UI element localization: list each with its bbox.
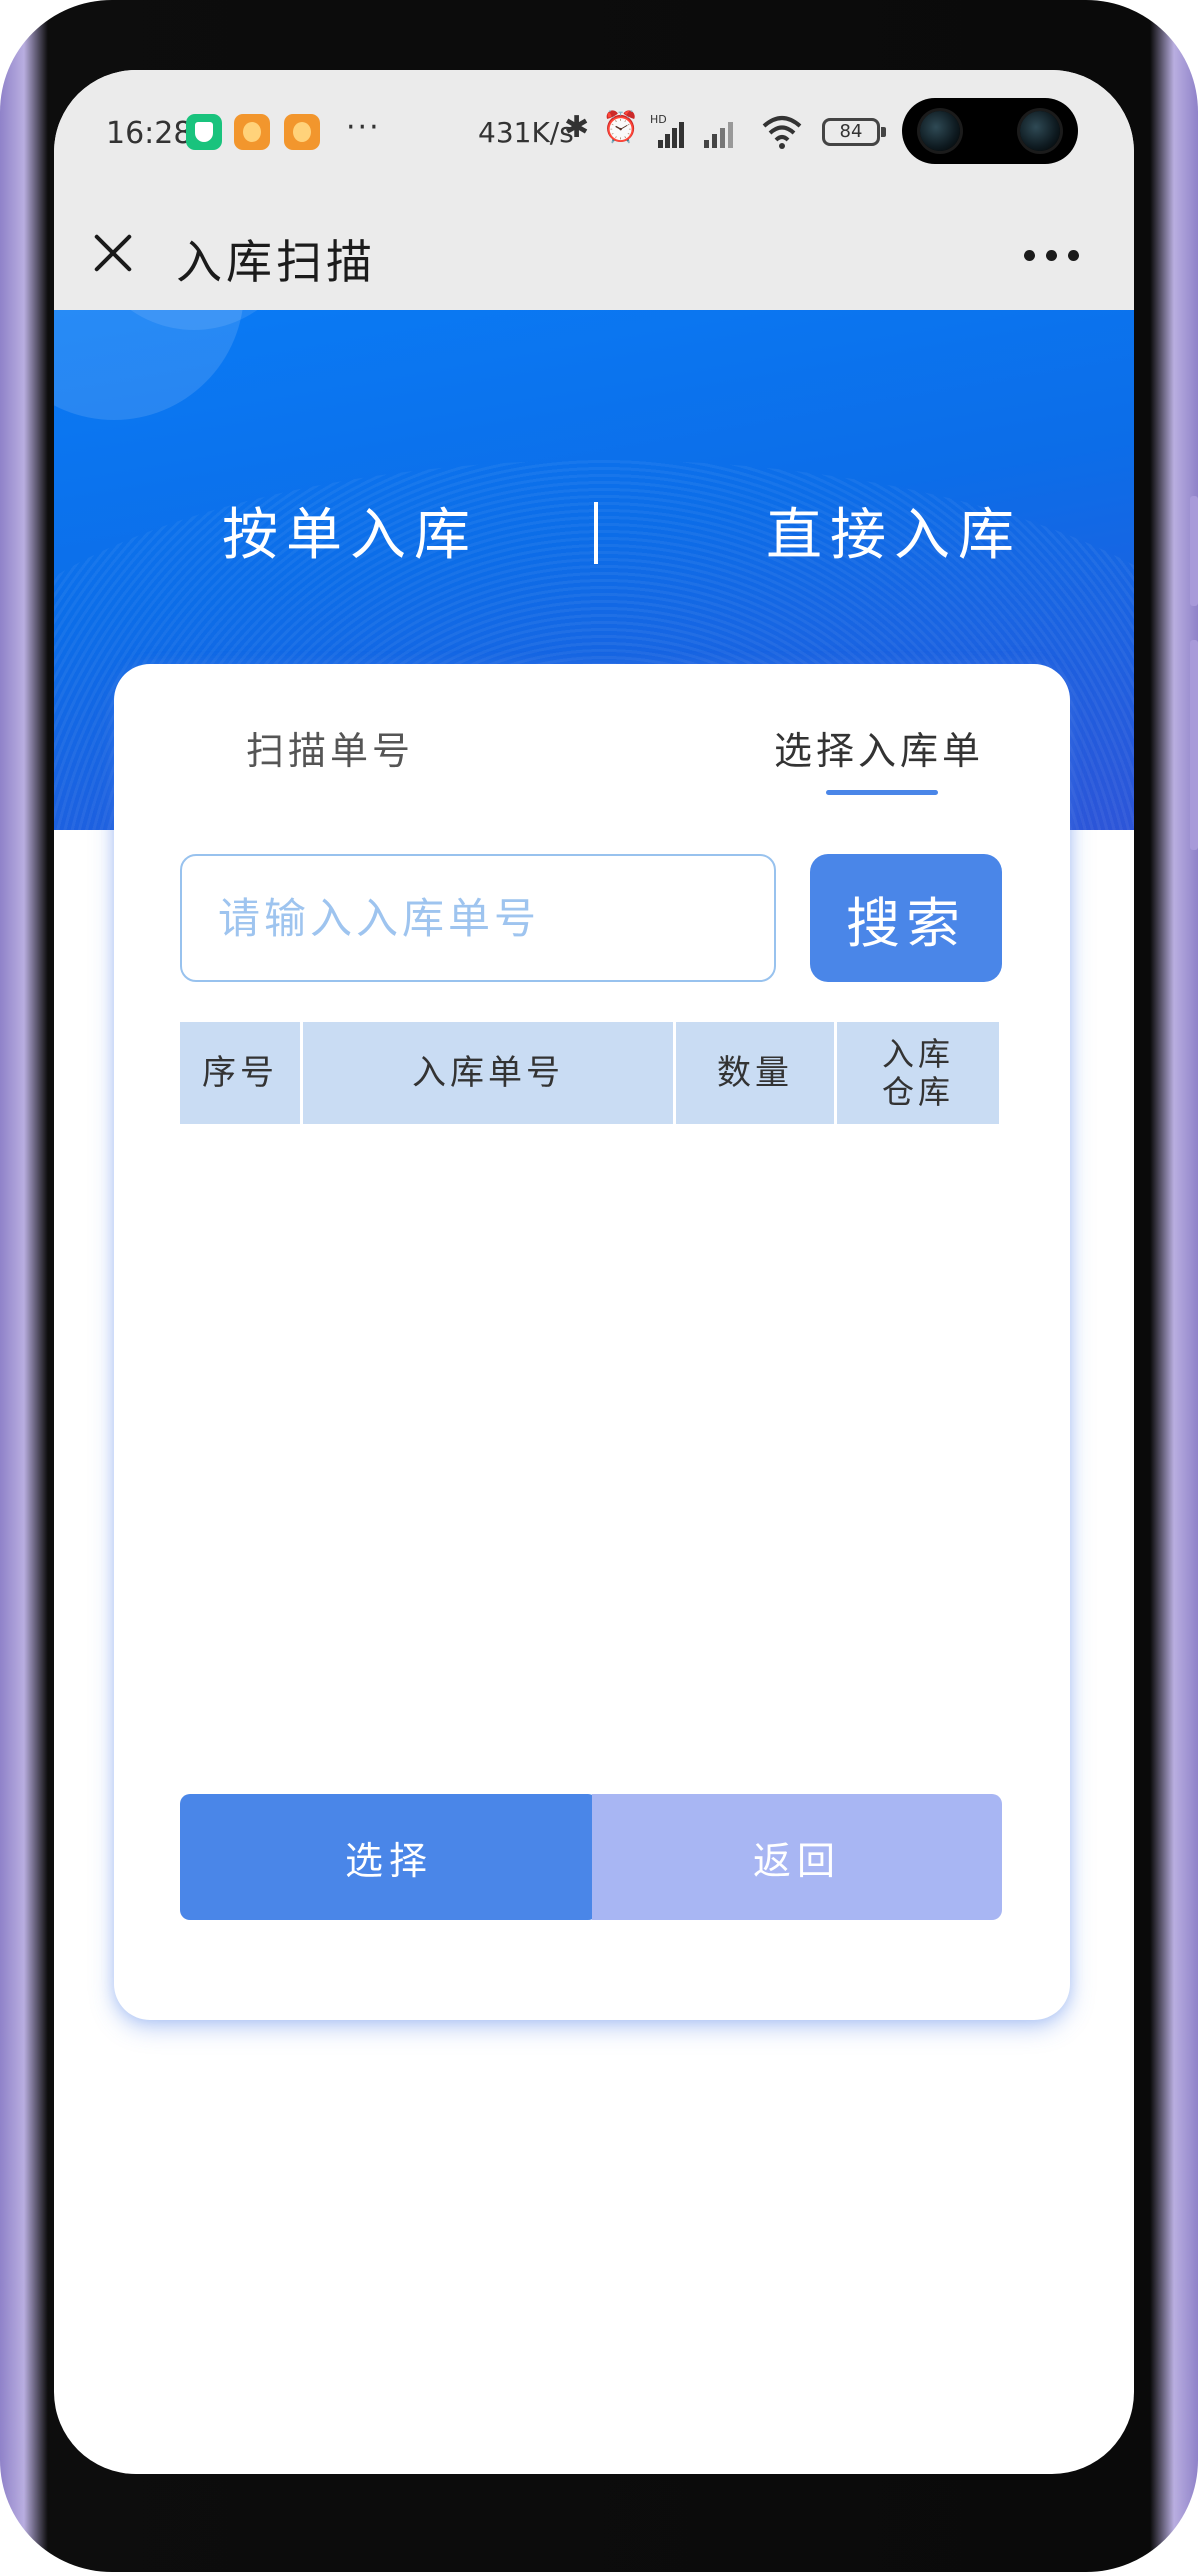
more-notifications-icon: ··· — [346, 110, 381, 145]
tab-direct-inbound[interactable]: 直接入库 — [766, 490, 1022, 571]
volume-button — [1190, 640, 1198, 850]
close-icon[interactable] — [90, 230, 136, 276]
battery-icon: 84 — [822, 118, 886, 146]
screen: 16:28 ··· 431K/s ✱ ⏰ HD 84 入库扫描 按单入库 直接入… — [54, 70, 1134, 2474]
column-header-quantity: 数量 — [676, 1022, 834, 1124]
column-header-order-number: 入库单号 — [303, 1022, 673, 1124]
front-camera — [902, 98, 1078, 164]
more-icon[interactable] — [1024, 250, 1080, 262]
wifi-icon — [760, 114, 804, 150]
status-time: 16:28 — [106, 116, 193, 151]
app-icon — [284, 114, 320, 150]
status-bar: 16:28 ··· 431K/s ✱ ⏰ HD 84 — [54, 70, 1134, 200]
column-header-index: 序号 — [180, 1022, 300, 1124]
camera-lens-icon — [920, 111, 960, 151]
shield-app-icon — [186, 114, 222, 150]
app-icon — [234, 114, 270, 150]
search-button[interactable]: 搜索 — [810, 854, 1002, 982]
nav-bar: 入库扫描 — [54, 200, 1134, 310]
active-subtab-indicator — [826, 790, 938, 795]
network-speed: 431K/s — [478, 116, 574, 149]
tab-divider — [594, 502, 598, 564]
order-number-input[interactable] — [180, 854, 776, 982]
back-button[interactable]: 返回 — [592, 1794, 1002, 1920]
subtab-select-order[interactable]: 选择入库单 — [774, 720, 984, 775]
column-header-warehouse: 入库仓库 — [837, 1022, 999, 1124]
phone-frame: 16:28 ··· 431K/s ✱ ⏰ HD 84 入库扫描 按单入库 直接入… — [0, 0, 1198, 2572]
hd-label: HD — [650, 114, 667, 126]
inbound-card: 扫描单号 选择入库单 搜索 序号 入库单号 数量 入库仓库 选择 返回 — [114, 664, 1070, 2020]
page-title: 入库扫描 — [176, 235, 376, 289]
tab-order-inbound[interactable]: 按单入库 — [222, 490, 478, 571]
signal-icon — [702, 118, 740, 148]
alarm-icon: ⏰ — [602, 110, 640, 145]
signal-icon: HD — [650, 113, 690, 148]
table-header: 序号 入库单号 数量 入库仓库 — [180, 1022, 1002, 1124]
power-button — [1190, 496, 1198, 606]
subtab-scan-number[interactable]: 扫描单号 — [246, 720, 414, 775]
bluetooth-icon: ✱ — [564, 110, 590, 145]
camera-lens-icon — [1020, 111, 1060, 151]
select-button[interactable]: 选择 — [180, 1794, 598, 1920]
